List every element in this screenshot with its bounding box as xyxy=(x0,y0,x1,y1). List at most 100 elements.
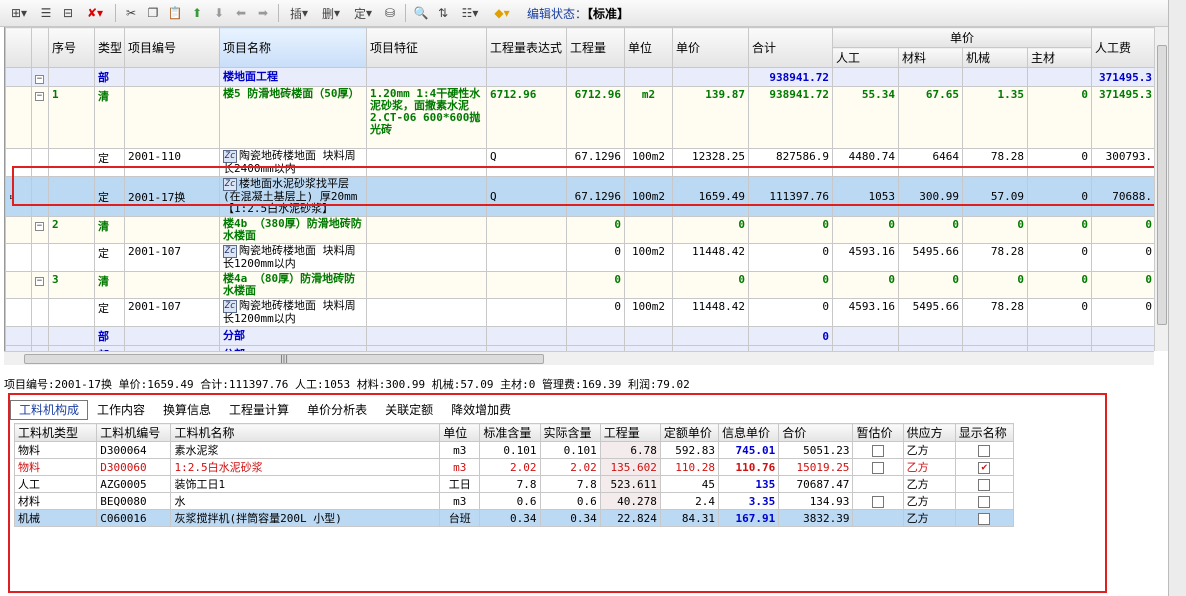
col-header-unit[interactable]: 单位 xyxy=(624,27,673,68)
cell-seq[interactable]: 3 xyxy=(48,271,95,299)
cell-price[interactable]: 11448.42 xyxy=(672,298,749,327)
cell-code[interactable] xyxy=(124,86,220,149)
cell-expr[interactable] xyxy=(486,216,567,244)
cell-qty[interactable]: 0 xyxy=(566,243,625,272)
level-icon[interactable]: ☷▾ xyxy=(455,3,485,23)
collapse-icon[interactable]: − xyxy=(35,92,44,101)
col-header-feature[interactable]: 项目特征 xyxy=(366,27,487,68)
sort-icon[interactable]: ⇅ xyxy=(433,3,453,23)
cell-feature[interactable]: 1.20mm 1:4干硬性水泥砂浆，面撒素水泥 2.CT-06 600*600抛… xyxy=(366,86,487,149)
cell-expr[interactable] xyxy=(486,243,567,272)
cell-type[interactable]: 清 xyxy=(94,216,125,244)
col-header-seq[interactable]: 序号 xyxy=(48,27,95,68)
cell-total[interactable]: 0 xyxy=(748,216,833,244)
cell-main-material[interactable] xyxy=(1026,326,1093,346)
cell-code[interactable]: 2001-107 xyxy=(124,298,220,327)
vertical-scroll-thumb[interactable] xyxy=(1157,45,1167,325)
col-header-price[interactable]: 单价 xyxy=(672,27,749,68)
cell-name[interactable]: Zc 陶瓷地砖楼地面 块料周长1200mm以内 xyxy=(219,243,367,272)
cell-price[interactable]: 11448.42 xyxy=(672,243,749,272)
delete-dropdown[interactable]: 删 ▾ xyxy=(316,3,346,23)
col-header-qty[interactable]: 工程量 xyxy=(566,27,625,68)
cell-labor-fee[interactable]: 0 xyxy=(1091,216,1154,244)
cell-seq[interactable] xyxy=(48,298,95,327)
cell-material[interactable]: 67.65 xyxy=(898,86,963,149)
cell-code[interactable]: 2001-107 xyxy=(124,243,220,272)
cell-code[interactable] xyxy=(124,216,220,244)
row-header[interactable] xyxy=(5,86,32,149)
cell-material[interactable]: 0 xyxy=(898,271,963,299)
table-row[interactable]: 部 分部 0 xyxy=(5,326,1154,346)
delete-icon[interactable]: ✘▾ xyxy=(80,3,110,23)
color-icon[interactable]: ◆▾ xyxy=(487,3,517,23)
cell-qty[interactable] xyxy=(566,326,625,346)
cell-main-material[interactable]: 0 xyxy=(1026,243,1093,272)
cell-machine[interactable]: 78.28 xyxy=(962,298,1028,327)
cell-qty[interactable]: 0 xyxy=(566,271,625,299)
cell-feature[interactable] xyxy=(366,67,487,87)
move-right-icon[interactable]: ➡ xyxy=(253,3,273,23)
cell-main-material[interactable] xyxy=(1026,67,1093,87)
cell-unit[interactable] xyxy=(624,67,673,87)
tree-toggle[interactable]: − xyxy=(31,271,49,299)
cell-price[interactable]: 139.87 xyxy=(672,86,749,149)
cell-unit[interactable] xyxy=(624,216,673,244)
outline-icon[interactable]: ☰ xyxy=(36,3,56,23)
cell-main-material[interactable]: 0 xyxy=(1026,271,1093,299)
cell-name[interactable]: 楼4b （380厚）防滑地砖防水楼面 xyxy=(219,216,367,244)
cell-labor-fee[interactable]: 371495.3 xyxy=(1091,86,1154,149)
cell-expr[interactable] xyxy=(486,67,567,87)
cell-qty[interactable]: 6712.96 xyxy=(566,86,625,149)
cell-total[interactable]: 938941.72 xyxy=(748,86,833,149)
col-header-code[interactable]: 项目编号 xyxy=(124,27,220,68)
cell-feature[interactable] xyxy=(366,243,487,272)
table-row[interactable]: −3 清楼4a （80厚）防滑地砖防水楼面 0 0 0 0 0 0 0 0 xyxy=(5,271,1154,299)
cell-code[interactable] xyxy=(124,271,220,299)
find-icon[interactable]: 🔍 xyxy=(411,3,431,23)
table-row[interactable]: −2 清楼4b （380厚）防滑地砖防水楼面 0 0 0 0 0 0 0 0 xyxy=(5,216,1154,244)
cell-type[interactable]: 清 xyxy=(94,86,125,149)
cell-labor[interactable]: 4593.16 xyxy=(832,298,899,327)
cell-seq[interactable] xyxy=(48,67,95,87)
cell-seq[interactable]: 1 xyxy=(48,86,95,149)
cell-name[interactable]: 楼5 防滑地砖楼面（50厚） xyxy=(219,86,367,149)
col-header-machine[interactable]: 机械 xyxy=(962,47,1028,68)
cell-labor-fee[interactable] xyxy=(1091,326,1154,346)
row-header[interactable] xyxy=(5,271,32,299)
cell-seq[interactable] xyxy=(48,243,95,272)
cell-type[interactable]: 清 xyxy=(94,271,125,299)
quota-dropdown[interactable]: 定 ▾ xyxy=(348,3,378,23)
row-header[interactable] xyxy=(5,67,32,87)
col-header-total[interactable]: 合计 xyxy=(748,27,833,68)
col-header-labor-fee[interactable]: 人工费 xyxy=(1091,27,1154,68)
col-header-labor[interactable]: 人工 xyxy=(832,47,899,68)
cell-labor[interactable]: 0 xyxy=(832,271,899,299)
cell-total[interactable]: 0 xyxy=(748,326,833,346)
cell-qty[interactable] xyxy=(566,67,625,87)
cell-material[interactable]: 5495.66 xyxy=(898,243,963,272)
table-row[interactable]: 定 2001-107 Zc 陶瓷地砖楼地面 块料周长1200mm以内 0 100m2 114… xyxy=(5,298,1154,327)
move-left-icon[interactable]: ⬅ xyxy=(231,3,251,23)
col-header-name[interactable]: 项目名称 xyxy=(219,27,367,68)
row-header[interactable] xyxy=(5,326,32,346)
cell-unit[interactable] xyxy=(624,271,673,299)
cell-expr[interactable] xyxy=(486,326,567,346)
side-panel-strip[interactable] xyxy=(1168,0,1186,596)
col-header-type[interactable]: 类型 xyxy=(94,27,125,68)
cell-machine[interactable]: 0 xyxy=(962,216,1028,244)
filter-icon[interactable]: ⛁ xyxy=(380,3,400,23)
cell-labor[interactable] xyxy=(832,326,899,346)
cell-seq[interactable] xyxy=(48,326,95,346)
cell-type[interactable]: 定 xyxy=(94,298,125,327)
cell-name[interactable]: 楼地面工程 xyxy=(219,67,367,87)
cut-icon[interactable]: ✂ xyxy=(121,3,141,23)
row-header[interactable] xyxy=(5,243,32,272)
table-row[interactable]: − 部 楼地面工程 938941.72 371495.3 xyxy=(5,67,1154,87)
cell-labor-fee[interactable]: 0 xyxy=(1091,243,1154,272)
col-header-expr[interactable]: 工程量表达式 xyxy=(486,27,567,68)
table-row[interactable]: 定 2001-107 Zc 陶瓷地砖楼地面 块料周长1200mm以内 0 100m2 114… xyxy=(5,243,1154,272)
cell-price[interactable]: 0 xyxy=(672,271,749,299)
cell-type[interactable]: 定 xyxy=(94,243,125,272)
cell-labor[interactable]: 4593.16 xyxy=(832,243,899,272)
cell-labor[interactable] xyxy=(832,67,899,87)
